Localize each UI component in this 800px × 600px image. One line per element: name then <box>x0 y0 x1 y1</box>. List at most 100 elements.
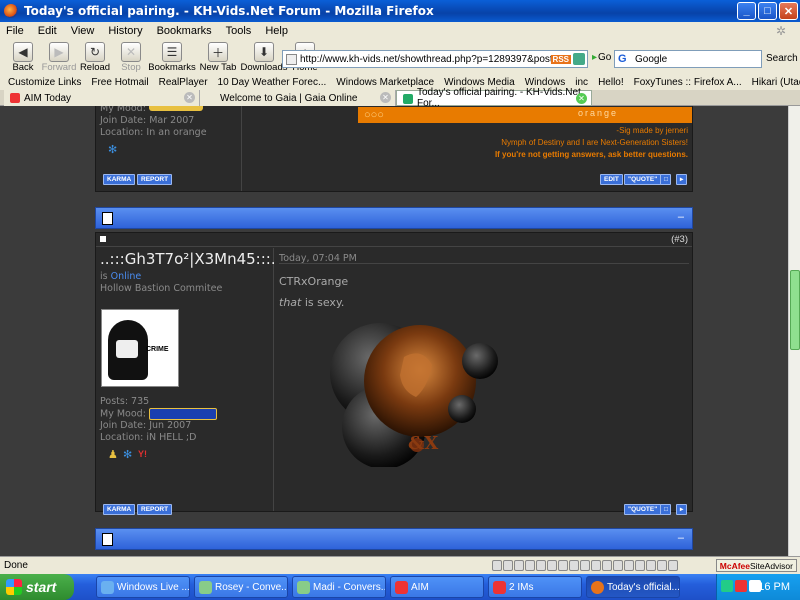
bookmark-item[interactable]: Windows Marketplace <box>336 77 434 88</box>
tray-icon[interactable] <box>721 580 733 592</box>
media-control-icon[interactable] <box>536 560 546 571</box>
media-control-icon[interactable] <box>514 560 524 571</box>
scrollbar-thumb[interactable] <box>790 270 800 350</box>
aim-running-man-icon[interactable]: ♟ <box>108 448 118 461</box>
url-bar[interactable]: http://www.kh-vids.net/showthread.php?p=… <box>282 50 588 68</box>
quick-reply-icon[interactable]: ▸ <box>676 504 687 515</box>
karma-button[interactable]: KARMA <box>103 504 136 515</box>
multiquote-icon[interactable]: □ <box>660 504 671 515</box>
downloads-button[interactable]: ⬇ Downloads <box>241 40 288 73</box>
quote-button[interactable]: "QUOTE" <box>624 504 662 515</box>
firefox-icon <box>591 581 604 594</box>
tab-aim-today[interactable]: AIM Today ✕ <box>4 90 200 106</box>
taskbar-item-windows-live[interactable]: Windows Live ... <box>96 576 190 598</box>
media-control-icon[interactable] <box>613 560 623 571</box>
menu-file[interactable]: File <box>6 25 24 37</box>
yahoo-icon[interactable]: Y! <box>138 449 147 459</box>
bookmark-item[interactable]: FoxyTunes :: Firefox A... <box>634 77 742 88</box>
feed-icon[interactable] <box>573 53 585 65</box>
avatar[interactable]: CRIME <box>101 309 179 387</box>
bookmark-item[interactable]: 10 Day Weather Forec... <box>218 77 327 88</box>
taskbar-item-rosey[interactable]: Rosey - Conve... <box>194 576 288 598</box>
media-control-icon[interactable] <box>580 560 590 571</box>
tab-close-icon[interactable]: ✕ <box>380 92 391 103</box>
menu-help[interactable]: Help <box>265 25 288 37</box>
media-control-icon[interactable] <box>635 560 645 571</box>
menu-history[interactable]: History <box>108 25 142 37</box>
username-link[interactable]: ..:::Gh3T7o²|X3Mn45:::.. <box>100 250 274 268</box>
media-control-icon[interactable] <box>591 560 601 571</box>
edit-button[interactable]: EDIT <box>600 174 623 185</box>
quick-reply-icon[interactable]: ▸ <box>676 174 687 185</box>
tab-kh-vids[interactable]: Today's official pairing. - KH-Vids.Net … <box>396 87 592 109</box>
media-control-icon[interactable] <box>547 560 557 571</box>
menu-bookmarks[interactable]: Bookmarks <box>157 25 212 37</box>
post-divider <box>279 263 689 264</box>
bookmark-item[interactable]: inc <box>575 77 588 88</box>
karma-button[interactable]: KARMA <box>103 174 136 185</box>
media-control-icon[interactable] <box>525 560 535 571</box>
mcafee-siteadvisor[interactable]: McAfeeSiteAdvisor <box>715 559 797 572</box>
media-control-icon[interactable] <box>624 560 634 571</box>
bookmark-item[interactable]: Windows Media <box>444 77 515 88</box>
bookmark-item[interactable]: RealPlayer <box>159 77 208 88</box>
tab-close-icon[interactable]: ✕ <box>184 92 195 103</box>
collapse-icon[interactable]: – <box>678 211 684 223</box>
start-button[interactable]: start <box>0 574 74 600</box>
page-scrollbar[interactable] <box>788 106 800 556</box>
tab-close-icon[interactable]: ✕ <box>576 93 587 104</box>
reload-icon: ↻ <box>85 42 105 62</box>
bookmark-item[interactable]: Windows <box>525 77 566 88</box>
reload-button[interactable]: ↻ Reload <box>78 40 112 73</box>
tab-gaia[interactable]: Welcome to Gaia | Gaia Online ✕ <box>200 90 396 106</box>
google-icon[interactable]: G <box>618 52 632 66</box>
media-control-icon[interactable] <box>503 560 513 571</box>
menu-tools[interactable]: Tools <box>226 25 252 37</box>
back-button[interactable]: ◀ Back <box>6 40 40 73</box>
go-button[interactable]: Go <box>592 52 611 63</box>
menu-view[interactable]: View <box>71 25 95 37</box>
taskbar-item-aim[interactable]: AIM <box>390 576 484 598</box>
url-text[interactable]: http://www.kh-vids.net/showthread.php?p=… <box>300 54 551 65</box>
rss-icon[interactable]: RSS <box>550 54 571 64</box>
bookmark-item[interactable]: Hikari (Utada Hikaru so... <box>752 77 800 88</box>
bookmark-item[interactable]: Free Hotmail <box>91 77 148 88</box>
media-control-icon[interactable] <box>646 560 656 571</box>
taskbar-item-madi[interactable]: Madi - Convers... <box>292 576 386 598</box>
taskbar-item-firefox[interactable]: Today's official... <box>586 576 680 598</box>
new-tab-button[interactable]: ＋ New Tab <box>196 40 240 73</box>
tray-aim-icon[interactable] <box>735 580 747 592</box>
search-button[interactable]: Search <box>766 53 798 64</box>
msn-icon[interactable]: ✻ <box>123 448 132 461</box>
menu-edit[interactable]: Edit <box>38 25 57 37</box>
bookmark-item[interactable]: Hello! <box>598 77 624 88</box>
bookmarks-button[interactable]: ☰ Bookmarks <box>148 40 196 73</box>
post-user-info: ..:::Gh3T7o²|X3Mn45:::.. is Online Hollo… <box>96 248 274 511</box>
report-button[interactable]: REPORT <box>137 504 173 515</box>
forward-button[interactable]: ▶ Forward <box>42 40 76 73</box>
window-titlebar: Today's official pairing. - KH-Vids.Net … <box>0 0 800 22</box>
tray-icon[interactable] <box>749 580 761 592</box>
close-button[interactable]: ✕ <box>779 2 798 20</box>
taskbar-item-ims[interactable]: 2 IMs <box>488 576 582 598</box>
search-input[interactable]: G Google <box>614 50 762 68</box>
stop-button[interactable]: ✕ Stop <box>114 40 148 73</box>
media-control-icon[interactable] <box>602 560 612 571</box>
post-image[interactable]: &X <box>312 317 512 469</box>
media-control-icon[interactable] <box>558 560 568 571</box>
msn-icon[interactable]: ✻ <box>108 143 117 156</box>
maximize-button[interactable]: □ <box>758 2 777 20</box>
multiquote-icon[interactable]: □ <box>660 174 671 185</box>
reload-label: Reload <box>79 62 111 73</box>
post-number[interactable]: (#3) <box>671 234 688 245</box>
quote-button[interactable]: "QUOTE" <box>624 174 662 185</box>
collapse-icon[interactable]: – <box>678 532 684 544</box>
minimize-button[interactable]: _ <box>737 2 756 20</box>
bookmark-item[interactable]: Customize Links <box>8 77 81 88</box>
report-button[interactable]: REPORT <box>137 174 173 185</box>
media-control-icon[interactable] <box>657 560 667 571</box>
media-control-icon[interactable] <box>668 560 678 571</box>
media-control-icon[interactable] <box>569 560 579 571</box>
post-icon <box>102 212 113 225</box>
media-control-icon[interactable] <box>492 560 502 571</box>
